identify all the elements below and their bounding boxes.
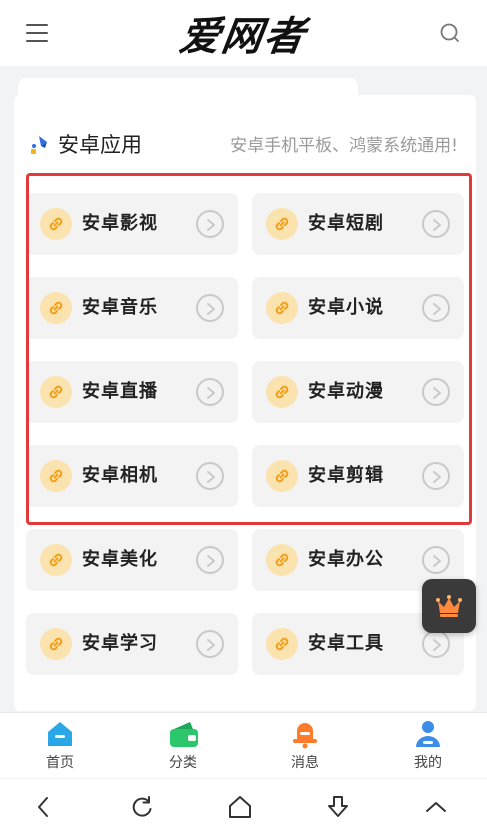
category-item-小说[interactable]: 安卓小说 <box>252 277 464 339</box>
link-icon <box>266 376 298 408</box>
chevron-right-icon <box>196 462 224 490</box>
bottom-navigation: 首页 分类 消息 我的 <box>0 712 487 778</box>
category-label: 安卓动漫 <box>308 381 384 402</box>
category-label: 安卓小说 <box>308 297 384 318</box>
link-icon <box>266 628 298 660</box>
section-title: 安卓应用 <box>58 133 142 157</box>
category-label: 安卓剪辑 <box>308 465 384 486</box>
chevron-right-icon <box>196 630 224 658</box>
link-icon <box>40 460 72 492</box>
chevron-right-icon <box>196 210 224 238</box>
nav-item-message[interactable]: 消息 <box>265 719 345 777</box>
nav-label: 分类 <box>169 755 197 771</box>
nav-label: 首页 <box>46 755 74 771</box>
chevron-right-icon <box>422 210 450 238</box>
download-icon[interactable] <box>324 793 352 821</box>
bell-icon <box>290 719 320 749</box>
category-item-短剧[interactable]: 安卓短剧 <box>252 193 464 255</box>
category-item-剪辑[interactable]: 安卓剪辑 <box>252 445 464 507</box>
category-label: 安卓美化 <box>82 549 158 570</box>
category-label: 安卓短剧 <box>308 213 384 234</box>
link-icon <box>40 628 72 660</box>
category-item-美化[interactable]: 安卓美化 <box>26 529 238 591</box>
nav-label: 消息 <box>291 755 319 771</box>
system-navigation-bar <box>0 779 487 835</box>
home-icon[interactable] <box>226 793 254 821</box>
crown-icon <box>436 595 462 617</box>
nav-label: 我的 <box>414 755 442 771</box>
chevron-right-icon <box>196 378 224 406</box>
section-header: 安卓应用 安卓手机平板、鸿蒙系统通用! <box>30 128 460 162</box>
category-label: 安卓学习 <box>82 633 158 654</box>
chevron-right-icon <box>422 546 450 574</box>
wallet-icon <box>168 719 198 749</box>
category-label: 安卓工具 <box>308 633 384 654</box>
chevron-right-icon <box>422 294 450 322</box>
link-icon <box>40 208 72 240</box>
category-item-学习[interactable]: 安卓学习 <box>26 613 238 675</box>
vip-crown-button[interactable] <box>422 579 476 633</box>
category-label: 安卓影视 <box>82 213 158 234</box>
chevron-right-icon <box>196 294 224 322</box>
category-item-直播[interactable]: 安卓直播 <box>26 361 238 423</box>
category-item-音乐[interactable]: 安卓音乐 <box>26 277 238 339</box>
chevron-right-icon <box>422 462 450 490</box>
site-logo[interactable]: 爱网者 <box>0 4 487 62</box>
link-icon <box>266 292 298 324</box>
category-label: 安卓办公 <box>308 549 384 570</box>
section-description: 安卓手机平板、鸿蒙系统通用! <box>230 136 458 156</box>
up-icon[interactable] <box>422 793 450 821</box>
back-icon[interactable] <box>30 793 58 821</box>
pin-icon <box>30 134 50 156</box>
link-icon <box>40 376 72 408</box>
refresh-icon[interactable] <box>128 793 156 821</box>
nav-item-me[interactable]: 我的 <box>388 719 468 777</box>
category-label: 安卓音乐 <box>82 297 158 318</box>
category-item-影视[interactable]: 安卓影视 <box>26 193 238 255</box>
link-icon <box>266 460 298 492</box>
chevron-right-icon <box>422 630 450 658</box>
link-icon <box>266 208 298 240</box>
user-icon <box>413 719 443 749</box>
chevron-right-icon <box>422 378 450 406</box>
search-icon[interactable] <box>439 22 461 44</box>
nav-item-home[interactable]: 首页 <box>20 719 100 777</box>
category-item-相机[interactable]: 安卓相机 <box>26 445 238 507</box>
link-icon <box>266 544 298 576</box>
link-icon <box>40 292 72 324</box>
category-label: 安卓直播 <box>82 381 158 402</box>
top-header: 爱网者 <box>0 0 487 66</box>
category-label: 安卓相机 <box>82 465 158 486</box>
category-item-动漫[interactable]: 安卓动漫 <box>252 361 464 423</box>
link-icon <box>40 544 72 576</box>
home-icon <box>45 719 75 749</box>
nav-item-category[interactable]: 分类 <box>143 719 223 777</box>
chevron-right-icon <box>196 546 224 574</box>
